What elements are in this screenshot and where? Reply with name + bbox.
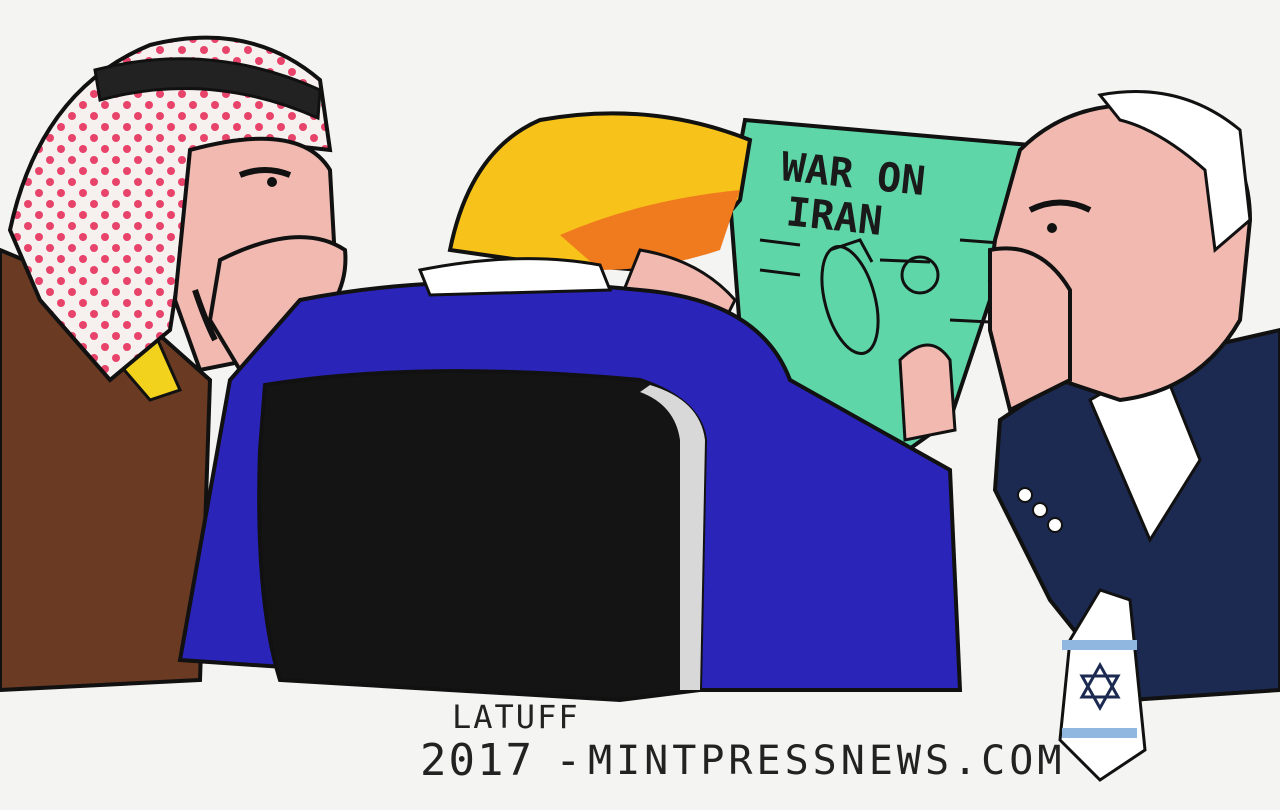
chair-back [257, 369, 708, 703]
cartoon-canvas: WAR ON IRAN LATUFF 2017 - MINTPRESSNEWS.… [0, 0, 1280, 806]
signature-site: MINTPRESSNEWS.COM [588, 738, 1066, 784]
right-tie-stripe-bottom [1062, 728, 1137, 738]
signature-artist: LATUFF [452, 698, 580, 736]
right-pupil [1047, 223, 1057, 233]
chair [257, 369, 708, 703]
signature-year: 2017 [420, 735, 534, 786]
left-pupil [267, 177, 277, 187]
center-hand [898, 343, 957, 442]
center-collar [417, 257, 613, 297]
signature-dash: - [555, 735, 584, 786]
cartoon-illustration: WAR ON IRAN [0, 35, 1280, 782]
right-tie-stripe [1062, 640, 1137, 650]
right-hand [988, 246, 1072, 413]
right-figure [987, 90, 1280, 782]
